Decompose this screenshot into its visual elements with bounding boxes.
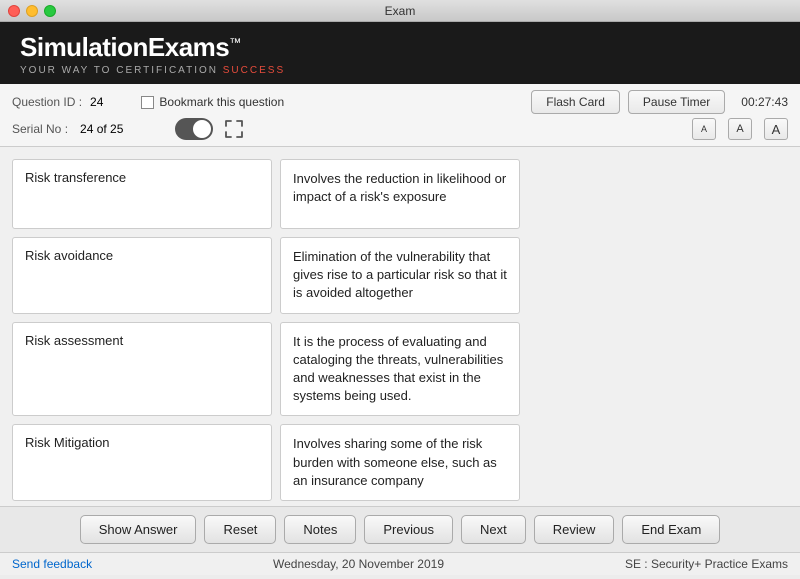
show-answer-button[interactable]: Show Answer bbox=[80, 515, 197, 544]
question-id-label: Question ID : bbox=[12, 95, 82, 109]
window-title: Exam bbox=[385, 4, 416, 18]
flashcard-row: Risk transferenceInvolves the reduction … bbox=[12, 159, 788, 229]
font-small-button[interactable]: A bbox=[692, 118, 716, 140]
review-button[interactable]: Review bbox=[534, 515, 615, 544]
flashcard-def-3: Involves sharing some of the risk burden… bbox=[280, 424, 520, 501]
flashcard-row: Risk avoidanceElimination of the vulnera… bbox=[12, 237, 788, 314]
flashcard-term-2: Risk assessment bbox=[12, 322, 272, 417]
close-button[interactable] bbox=[8, 5, 20, 17]
flashcard-row: Risk assessmentIt is the process of eval… bbox=[12, 322, 788, 417]
fullscreen-icon[interactable] bbox=[223, 118, 245, 140]
status-exam-name: SE : Security+ Practice Exams bbox=[625, 557, 788, 571]
titlebar: Exam bbox=[0, 0, 800, 22]
font-large-button[interactable]: A bbox=[764, 118, 788, 140]
bookmark-label: Bookmark this question bbox=[159, 95, 284, 109]
notes-button[interactable]: Notes bbox=[284, 515, 356, 544]
bottom-bar: Show Answer Reset Notes Previous Next Re… bbox=[0, 506, 800, 552]
flash-card-button[interactable]: Flash Card bbox=[531, 90, 620, 114]
status-date: Wednesday, 20 November 2019 bbox=[273, 557, 444, 571]
question-id-value: 24 bbox=[90, 95, 103, 109]
font-medium-button[interactable]: A bbox=[728, 118, 752, 140]
bookmark-area: Bookmark this question bbox=[141, 95, 284, 109]
flashcard-grid: Risk transferenceInvolves the reduction … bbox=[12, 159, 788, 501]
timer-display: 00:27:43 bbox=[741, 95, 788, 109]
toggle-switch[interactable] bbox=[175, 118, 213, 140]
branding-area: SimulationExams™ YOUR WAY TO CERTIFICATI… bbox=[0, 22, 800, 84]
pause-timer-button[interactable]: Pause Timer bbox=[628, 90, 725, 114]
serial-no-label: Serial No : bbox=[12, 122, 68, 136]
flashcard-def-1: Elimination of the vulnerability that gi… bbox=[280, 237, 520, 314]
flashcard-term-0: Risk transference bbox=[12, 159, 272, 229]
traffic-lights bbox=[8, 5, 56, 17]
status-bar: Send feedback Wednesday, 20 November 201… bbox=[0, 552, 800, 575]
reset-button[interactable]: Reset bbox=[204, 515, 276, 544]
previous-button[interactable]: Previous bbox=[364, 515, 453, 544]
toggle-knob bbox=[193, 120, 211, 138]
flashcard-term-3: Risk Mitigation bbox=[12, 424, 272, 501]
brand-name: SimulationExams™ bbox=[20, 32, 780, 63]
minimize-button[interactable] bbox=[26, 5, 38, 17]
flashcard-def-2: It is the process of evaluating and cata… bbox=[280, 322, 520, 417]
flashcard-def-0: Involves the reduction in likelihood or … bbox=[280, 159, 520, 229]
bookmark-checkbox[interactable] bbox=[141, 96, 154, 109]
flashcard-term-1: Risk avoidance bbox=[12, 237, 272, 314]
next-button[interactable]: Next bbox=[461, 515, 526, 544]
feedback-link[interactable]: Send feedback bbox=[12, 557, 92, 571]
flashcard-row: Risk MitigationInvolves sharing some of … bbox=[12, 424, 788, 501]
brand-tagline: YOUR WAY TO CERTIFICATION SUCCESS bbox=[20, 65, 780, 76]
serial-no-value: 24 of 25 bbox=[80, 122, 123, 136]
main-content: Risk transferenceInvolves the reduction … bbox=[0, 147, 800, 506]
maximize-button[interactable] bbox=[44, 5, 56, 17]
end-exam-button[interactable]: End Exam bbox=[622, 515, 720, 544]
toolbar: Question ID : 24 Bookmark this question … bbox=[0, 84, 800, 147]
